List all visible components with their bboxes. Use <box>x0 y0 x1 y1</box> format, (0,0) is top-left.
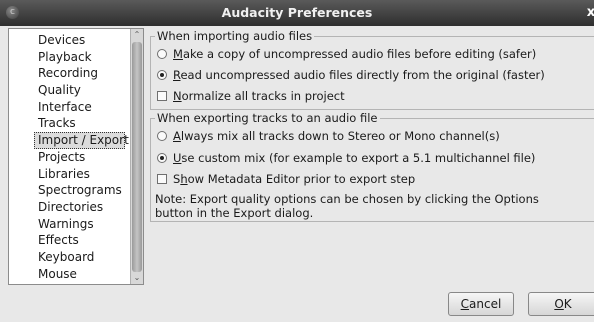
sidebar-item-devices[interactable]: Devices <box>9 32 131 49</box>
sidebar-item-spectrograms[interactable]: Spectrograms <box>9 182 131 199</box>
mix-stereo-label: lways mix all tracks down to Stereo or M… <box>180 129 500 143</box>
mix-stereo-mnemonic: A <box>173 129 181 143</box>
sidebar-item-quality[interactable]: Quality <box>9 82 131 99</box>
metadata-editor-label: ow Metadata Editor prior to export step <box>187 172 416 186</box>
read-directly-radio[interactable] <box>157 70 167 80</box>
normalize-option[interactable]: Normalize all tracks in project <box>157 88 345 104</box>
window-title: Audacity Preferences <box>221 5 373 20</box>
cancel-label: ancel <box>469 297 502 311</box>
custom-mix-option[interactable]: Use custom mix (for example to export a … <box>157 150 535 166</box>
category-items: Devices Playback Recording Quality Interface… <box>9 32 131 282</box>
mix-stereo-radio[interactable] <box>157 131 167 141</box>
custom-mix-radio[interactable] <box>157 153 167 163</box>
metadata-editor-checkbox[interactable] <box>157 174 167 184</box>
preferences-category-list[interactable]: Devices Playback Recording Quality Interface… <box>8 28 144 285</box>
scroll-thumb[interactable] <box>132 42 142 272</box>
sidebar-item-keyboard[interactable]: Keyboard <box>9 249 131 266</box>
sidebar-scrollbar[interactable]: ⌃ ⌄ <box>130 29 143 284</box>
make-copy-mnemonic: M <box>173 47 183 61</box>
scroll-down-icon[interactable]: ⌄ <box>131 272 143 284</box>
sidebar-item-playback[interactable]: Playback <box>9 49 131 66</box>
normalize-mnemonic: N <box>173 89 182 103</box>
make-copy-radio[interactable] <box>157 49 167 59</box>
sidebar-item-libraries[interactable]: Libraries <box>9 166 131 183</box>
custom-mix-label: se custom mix (for example to export a 5… <box>181 151 536 165</box>
mix-stereo-option[interactable]: Always mix all tracks down to Stereo or … <box>157 128 500 144</box>
sidebar-item-directories[interactable]: Directories <box>9 199 131 216</box>
sidebar-item-tracks[interactable]: Tracks <box>9 115 131 132</box>
read-directly-label: ead uncompressed audio files directly fr… <box>180 68 545 82</box>
sidebar-item-import-export[interactable]: Import / Export <box>34 132 129 149</box>
import-group: When importing audio files Make a copy o… <box>150 29 594 110</box>
sidebar-item-mouse[interactable]: Mouse <box>9 266 131 283</box>
sidebar-item-projects[interactable]: Projects <box>9 149 131 166</box>
metadata-editor-option[interactable]: Show Metadata Editor prior to export ste… <box>157 171 415 187</box>
export-note-line2: button in the Export dialog. <box>155 206 314 220</box>
export-note-line1: Note: Export quality options can be chos… <box>155 192 539 206</box>
sidebar-item-effects[interactable]: Effects <box>9 232 131 249</box>
title-bar: c Audacity Preferences x <box>0 0 594 26</box>
export-group-legend: When exporting tracks to an audio file <box>155 111 380 125</box>
close-icon[interactable]: x <box>582 4 594 22</box>
normalize-checkbox[interactable] <box>157 91 167 101</box>
ok-button[interactable]: OK <box>528 292 594 316</box>
sidebar-item-warnings[interactable]: Warnings <box>9 216 131 233</box>
scroll-up-icon[interactable]: ⌃ <box>131 29 143 41</box>
import-group-legend: When importing audio files <box>155 29 315 43</box>
ok-mnemonic: O <box>554 297 564 311</box>
cancel-mnemonic: C <box>460 297 470 311</box>
make-copy-label: ake a copy of uncompressed audio files b… <box>182 47 537 61</box>
sidebar-item-interface[interactable]: Interface <box>9 99 131 116</box>
metadata-editor-mnemonic: h <box>180 172 188 186</box>
cancel-button[interactable]: Cancel <box>448 292 514 316</box>
make-copy-option[interactable]: Make a copy of uncompressed audio files … <box>157 46 536 62</box>
read-directly-option[interactable]: Read uncompressed audio files directly f… <box>157 67 545 83</box>
sidebar-item-recording[interactable]: Recording <box>9 65 131 82</box>
normalize-label: ormalize all tracks in project <box>181 89 345 103</box>
export-group: When exporting tracks to an audio file A… <box>150 111 594 222</box>
ok-label: K <box>563 297 572 311</box>
